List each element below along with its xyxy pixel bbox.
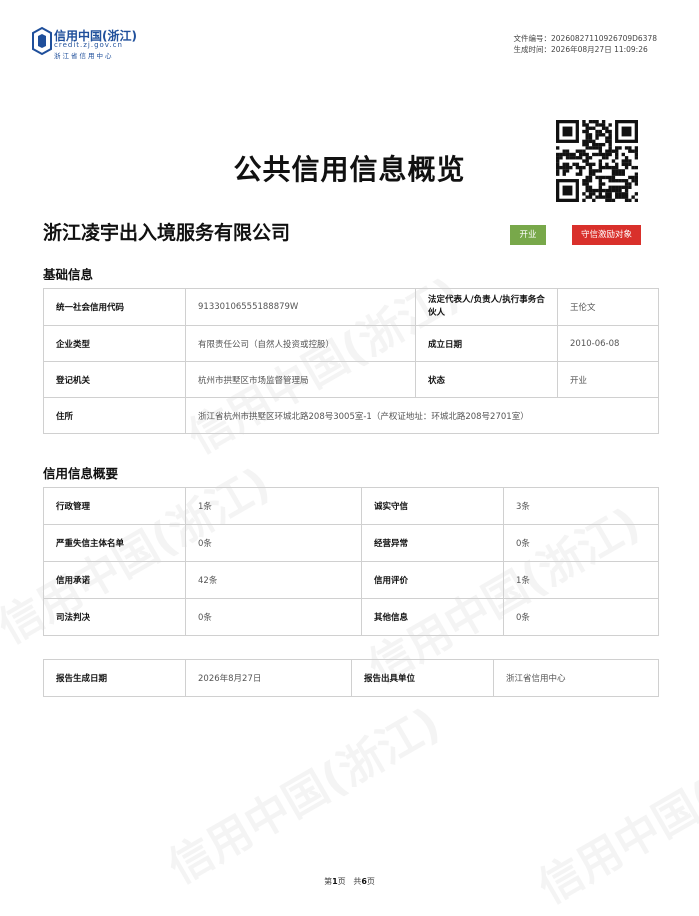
credit-item-label: 行政管理	[43, 487, 186, 525]
credit-code: 91330106555188879W	[185, 288, 416, 326]
table-row: 报告生成日期 2026年8月27日 报告出具单位 浙江省信用中心	[43, 659, 659, 697]
credit-item-label: 其他信息	[361, 598, 504, 636]
logo-url: credit.zj.gov.cn	[54, 41, 123, 49]
logo-subtitle: 浙江省信用中心	[54, 52, 114, 60]
award-badge: 守信激励对象	[572, 225, 641, 245]
table-row: 严重失信主体名单 0条 经营异常 0条	[43, 524, 659, 562]
page-indicator: 第1页 共6页	[0, 876, 699, 887]
credit-item-label: 严重失信主体名单	[43, 524, 186, 562]
company-type-label: 企业类型	[43, 325, 186, 362]
address: 浙江省杭州市拱墅区环城北路208号3005室-1（产权证地址：环城北路208号2…	[185, 397, 659, 434]
credit-item-label: 诚实守信	[361, 487, 504, 525]
report-date: 2026年8月27日	[185, 659, 352, 697]
table-row: 登记机关 杭州市拱墅区市场监督管理局 状态 开业	[43, 361, 659, 398]
credit-code-label: 统一社会信用代码	[43, 288, 186, 326]
status-badge: 开业	[510, 225, 546, 245]
file-meta: 文件编号：20260827110926709D6378 生成时间：2026年08…	[514, 33, 657, 55]
basic-info-title: 基础信息	[43, 267, 94, 282]
table-row: 司法判决 0条 其他信息 0条	[43, 598, 659, 636]
authority-label: 登记机关	[43, 361, 186, 398]
legal-rep-label: 法定代表人/负责人/执行事务合伙人	[415, 288, 558, 326]
company-type: 有限责任公司（自然人投资或控股）	[185, 325, 416, 362]
page-prefix: 第	[324, 877, 333, 886]
credit-item-count: 42条	[185, 561, 362, 599]
state-label: 状态	[415, 361, 558, 398]
report-date-label: 报告生成日期	[43, 659, 186, 697]
table-row: 行政管理 1条 诚实守信 3条	[43, 487, 659, 525]
logo-icon	[32, 26, 52, 56]
site-logo: 信用中国(浙江) credit.zj.gov.cn 浙江省信用中心	[32, 26, 152, 60]
report-issuer: 浙江省信用中心	[493, 659, 659, 697]
total-suffix: 页	[366, 877, 375, 886]
state: 开业	[557, 361, 659, 398]
generated-time: 2026年08月27日 11:09:26	[551, 45, 648, 54]
company-name: 浙江凌宇出入境服务有限公司	[43, 222, 291, 244]
page-suffix: 页	[337, 877, 346, 886]
credit-item-count: 0条	[503, 598, 659, 636]
file-number-label: 文件编号：	[513, 34, 552, 43]
credit-item-label: 经营异常	[361, 524, 504, 562]
basic-info-table: 统一社会信用代码 91330106555188879W 法定代表人/负责人/执行…	[43, 288, 659, 434]
credit-item-count: 0条	[503, 524, 659, 562]
founded-date: 2010-06-08	[557, 325, 659, 362]
credit-overview-title: 信用信息概要	[43, 466, 119, 481]
generated-time-label: 生成时间：	[513, 45, 552, 54]
credit-item-count: 0条	[185, 524, 362, 562]
founded-label: 成立日期	[415, 325, 558, 362]
credit-item-label: 司法判决	[43, 598, 186, 636]
address-label: 住所	[43, 397, 186, 434]
table-row: 统一社会信用代码 91330106555188879W 法定代表人/负责人/执行…	[43, 288, 659, 326]
credit-item-count: 1条	[503, 561, 659, 599]
table-row: 企业类型 有限责任公司（自然人投资或控股） 成立日期 2010-06-08	[43, 325, 659, 362]
credit-item-count: 0条	[185, 598, 362, 636]
page-title: 公共信用信息概览	[233, 153, 466, 186]
report-issuer-label: 报告出具单位	[351, 659, 494, 697]
credit-item-label: 信用承诺	[43, 561, 186, 599]
credit-overview-table: 行政管理 1条 诚实守信 3条 严重失信主体名单 0条 经营异常 0条 信用承诺 42条 信用评价 1…	[43, 487, 659, 636]
watermark: 信用中国(浙江)	[154, 688, 449, 896]
credit-item-label: 信用评价	[361, 561, 504, 599]
authority: 杭州市拱墅区市场监督管理局	[185, 361, 416, 398]
report-info-table: 报告生成日期 2026年8月27日 报告出具单位 浙江省信用中心	[43, 659, 659, 697]
credit-item-count: 3条	[503, 487, 659, 525]
file-number: 20260827110926709D6378	[551, 34, 657, 43]
legal-rep: 王伦文	[557, 288, 659, 326]
table-row: 信用承诺 42条 信用评价 1条	[43, 561, 659, 599]
credit-item-count: 1条	[185, 487, 362, 525]
table-row: 住所 浙江省杭州市拱墅区环城北路208号3005室-1（产权证地址：环城北路20…	[43, 397, 659, 434]
